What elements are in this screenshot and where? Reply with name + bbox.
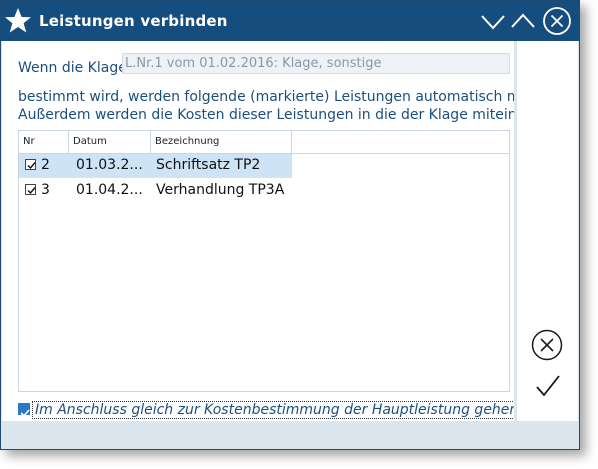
row-checkbox[interactable] <box>25 159 36 170</box>
window-title: Leistungen verbinden <box>39 12 228 30</box>
checkmark-icon[interactable] <box>533 371 563 401</box>
status-strip <box>1 421 579 449</box>
info-line-1: bestimmt wird, werden folgende (markiert… <box>18 89 514 105</box>
klage-label: Wenn die Klage <box>18 60 127 76</box>
check-icon <box>20 409 30 417</box>
cancel-circle-icon[interactable] <box>531 329 563 361</box>
column-header-nr[interactable]: Nr <box>19 131 69 153</box>
star-icon <box>1 4 35 38</box>
check-icon <box>27 187 36 195</box>
table-header: Nr Datum Bezeichnung <box>19 131 509 154</box>
dialog-window: Leistungen verbinden Wenn die Klage L.Nr… <box>0 0 580 450</box>
cell-datum: 01.04.2... <box>76 182 143 198</box>
info-text: bestimmt wird, werden folgende (markiert… <box>18 88 514 124</box>
kostenbestimmung-checkbox[interactable] <box>18 403 30 417</box>
info-line-2: Außerdem werden die Kosten dieser Leistu… <box>18 107 514 123</box>
check-icon <box>27 162 36 170</box>
column-header-bezeichnung[interactable]: Bezeichnung <box>151 131 292 153</box>
cell-datum: 01.03.2... <box>76 157 143 173</box>
leistungen-table[interactable]: Nr Datum Bezeichnung 2 01.03.2... Schrif… <box>18 130 510 392</box>
column-header-datum[interactable]: Datum <box>69 131 151 153</box>
action-pane <box>517 41 578 421</box>
title-bar[interactable]: Leistungen verbinden <box>1 1 579 41</box>
chevron-down-icon[interactable] <box>479 7 507 35</box>
row-checkbox[interactable] <box>25 184 36 195</box>
cell-nr: 3 <box>41 182 50 198</box>
table-row[interactable]: 3 01.04.2... Verhandlung TP3A <box>19 179 292 203</box>
close-circle-icon[interactable] <box>542 6 572 36</box>
chevron-up-icon[interactable] <box>509 7 537 35</box>
cell-bezeichnung: Verhandlung TP3A <box>156 182 285 198</box>
cell-bezeichnung: Schriftsatz TP2 <box>156 157 261 173</box>
cell-nr: 2 <box>41 157 50 173</box>
table-row[interactable]: 2 01.03.2... Schriftsatz TP2 <box>19 154 292 178</box>
klage-field[interactable]: L.Nr.1 vom 01.02.2016: Klage, sonstige <box>122 53 510 74</box>
content-panel: Wenn die Klage L.Nr.1 vom 01.02.2016: Kl… <box>2 41 514 421</box>
kostenbestimmung-label[interactable]: Im Anschluss gleich zur Kostenbestimmung… <box>32 401 514 419</box>
